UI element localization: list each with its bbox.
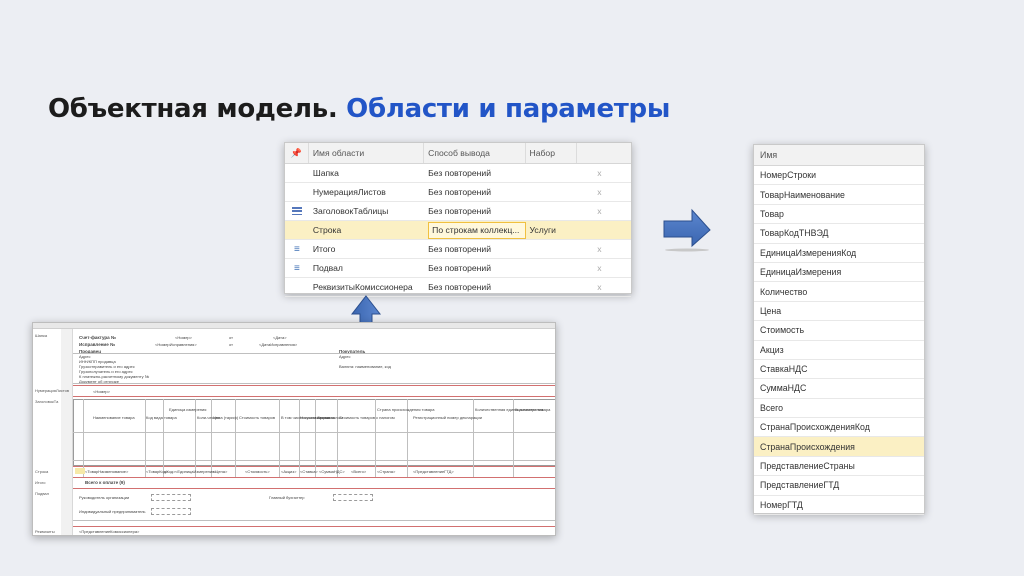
- area-set: [526, 202, 578, 220]
- area-name: Строка: [312, 225, 342, 235]
- arrow-right-icon: [663, 208, 711, 252]
- sheet-area-label-footer: Подвал: [35, 491, 49, 496]
- sum-icon: ≡: [294, 262, 300, 274]
- output-mode-value: Без повторений: [428, 244, 492, 254]
- sheet-column-header: [33, 323, 555, 329]
- name-list-item[interactable]: Стоимость: [754, 321, 924, 341]
- area-row[interactable]: ЗаголовокТаблицы Без повторений x: [285, 202, 631, 221]
- clear-icon[interactable]: x: [577, 202, 631, 220]
- name-list-item[interactable]: СтранаПроисхождения: [754, 437, 924, 457]
- name-list-item[interactable]: Акциз: [754, 341, 924, 360]
- area-set: [526, 164, 578, 182]
- column-header-output-mode[interactable]: Способ вывода: [424, 143, 526, 163]
- area-set: [526, 259, 578, 277]
- area-name: Подвал: [312, 263, 343, 273]
- name-list-item[interactable]: НомерСтроки: [754, 166, 924, 186]
- sheet-row-numbers: [61, 329, 73, 535]
- name-list-item[interactable]: НомерГТД: [754, 496, 924, 516]
- sheet-area-label-header: Шапка: [35, 333, 48, 338]
- output-mode-value: Без повторений: [428, 263, 492, 273]
- name-list-item[interactable]: ТоварНаименование: [754, 185, 924, 205]
- sheet-area-label-commissioner: Реквизиты: [35, 529, 55, 534]
- area-row[interactable]: РеквизитыКомиссионера Без повторений x: [285, 278, 631, 297]
- area-row[interactable]: Строка По строкам коллекц... Услуги: [285, 221, 631, 240]
- area-name: НумерацияЛистов: [312, 187, 386, 197]
- clear-icon[interactable]: x: [577, 278, 631, 296]
- clear-icon[interactable]: x: [577, 259, 631, 277]
- column-header-set[interactable]: Набор: [526, 143, 578, 163]
- clear-icon[interactable]: x: [577, 183, 631, 201]
- sheet-area-label-tableheader: ЗаголовокТа: [35, 399, 59, 404]
- area-name: ЗаголовокТаблицы: [312, 206, 389, 216]
- names-list: Имя НомерСтроки ТоварНаименование Товар Тов…: [753, 144, 925, 516]
- output-mode-value: Без повторений: [428, 187, 492, 197]
- area-set: [526, 278, 578, 296]
- slide-title: Объектная модель. Области и параметры: [48, 94, 670, 124]
- name-list-item[interactable]: Всего: [754, 399, 924, 419]
- areas-table: 📌 Имя области Способ вывода Набор Шапка Б…: [284, 142, 632, 297]
- clear-icon[interactable]: [577, 221, 631, 239]
- sum-icon: ≡: [294, 243, 300, 255]
- sheet-area-label-total: Итого: [35, 480, 46, 485]
- names-list-header[interactable]: Имя: [754, 145, 924, 166]
- areas-table-header: 📌 Имя области Способ вывода Набор: [285, 143, 631, 164]
- name-list-item[interactable]: СуммаНДС: [754, 379, 924, 399]
- output-mode-value: Без повторений: [428, 168, 492, 178]
- output-mode-value: Без повторений: [428, 206, 492, 216]
- name-list-item[interactable]: Цена: [754, 302, 924, 322]
- area-row[interactable]: ≡ Подвал Без повторений x: [285, 259, 631, 278]
- sheet-area-label-pagenum: НумерацияЛистов: [35, 388, 69, 393]
- name-list-item[interactable]: Количество: [754, 282, 924, 302]
- area-name: Итого: [312, 244, 336, 254]
- area-set: [526, 240, 578, 258]
- slide-title-main: Объектная модель.: [48, 94, 338, 124]
- output-mode-value: Без повторений: [428, 282, 492, 292]
- name-list-item[interactable]: Товар: [754, 205, 924, 225]
- output-mode-select[interactable]: По строкам коллекц...: [428, 221, 526, 239]
- name-list-item[interactable]: ПредставлениеСтраны: [754, 457, 924, 477]
- area-row[interactable]: НумерацияЛистов Без повторений x: [285, 183, 631, 202]
- area-row[interactable]: ≡ Итого Без повторений x: [285, 240, 631, 259]
- column-header-area-name[interactable]: Имя области: [309, 143, 425, 163]
- name-list-item[interactable]: ЕдиницаИзмеренияКод: [754, 244, 924, 263]
- area-set: [526, 183, 578, 201]
- name-list-item[interactable]: СтавкаНДС: [754, 360, 924, 380]
- name-list-item[interactable]: ТоварКодТНВЭД: [754, 224, 924, 244]
- name-list-item[interactable]: ЕдиницаИзмерения: [754, 263, 924, 283]
- slide-title-accent: Области и параметры: [346, 94, 671, 124]
- clear-icon[interactable]: x: [577, 164, 631, 182]
- area-set: Услуги: [529, 225, 556, 235]
- area-name: Шапка: [312, 168, 339, 178]
- area-row[interactable]: Шапка Без повторений x: [285, 164, 631, 183]
- invoice-template-sheet[interactable]: Шапка НумерацияЛистов ЗаголовокТа Строка…: [32, 322, 556, 536]
- lines-icon: [291, 207, 302, 215]
- clear-icon[interactable]: x: [577, 240, 631, 258]
- name-list-item[interactable]: ПредставлениеГТД: [754, 476, 924, 496]
- pin-icon[interactable]: 📌: [285, 143, 309, 163]
- name-list-item[interactable]: СтранаПроисхожденияКод: [754, 418, 924, 438]
- sheet-area-label-row: Строка: [35, 469, 49, 474]
